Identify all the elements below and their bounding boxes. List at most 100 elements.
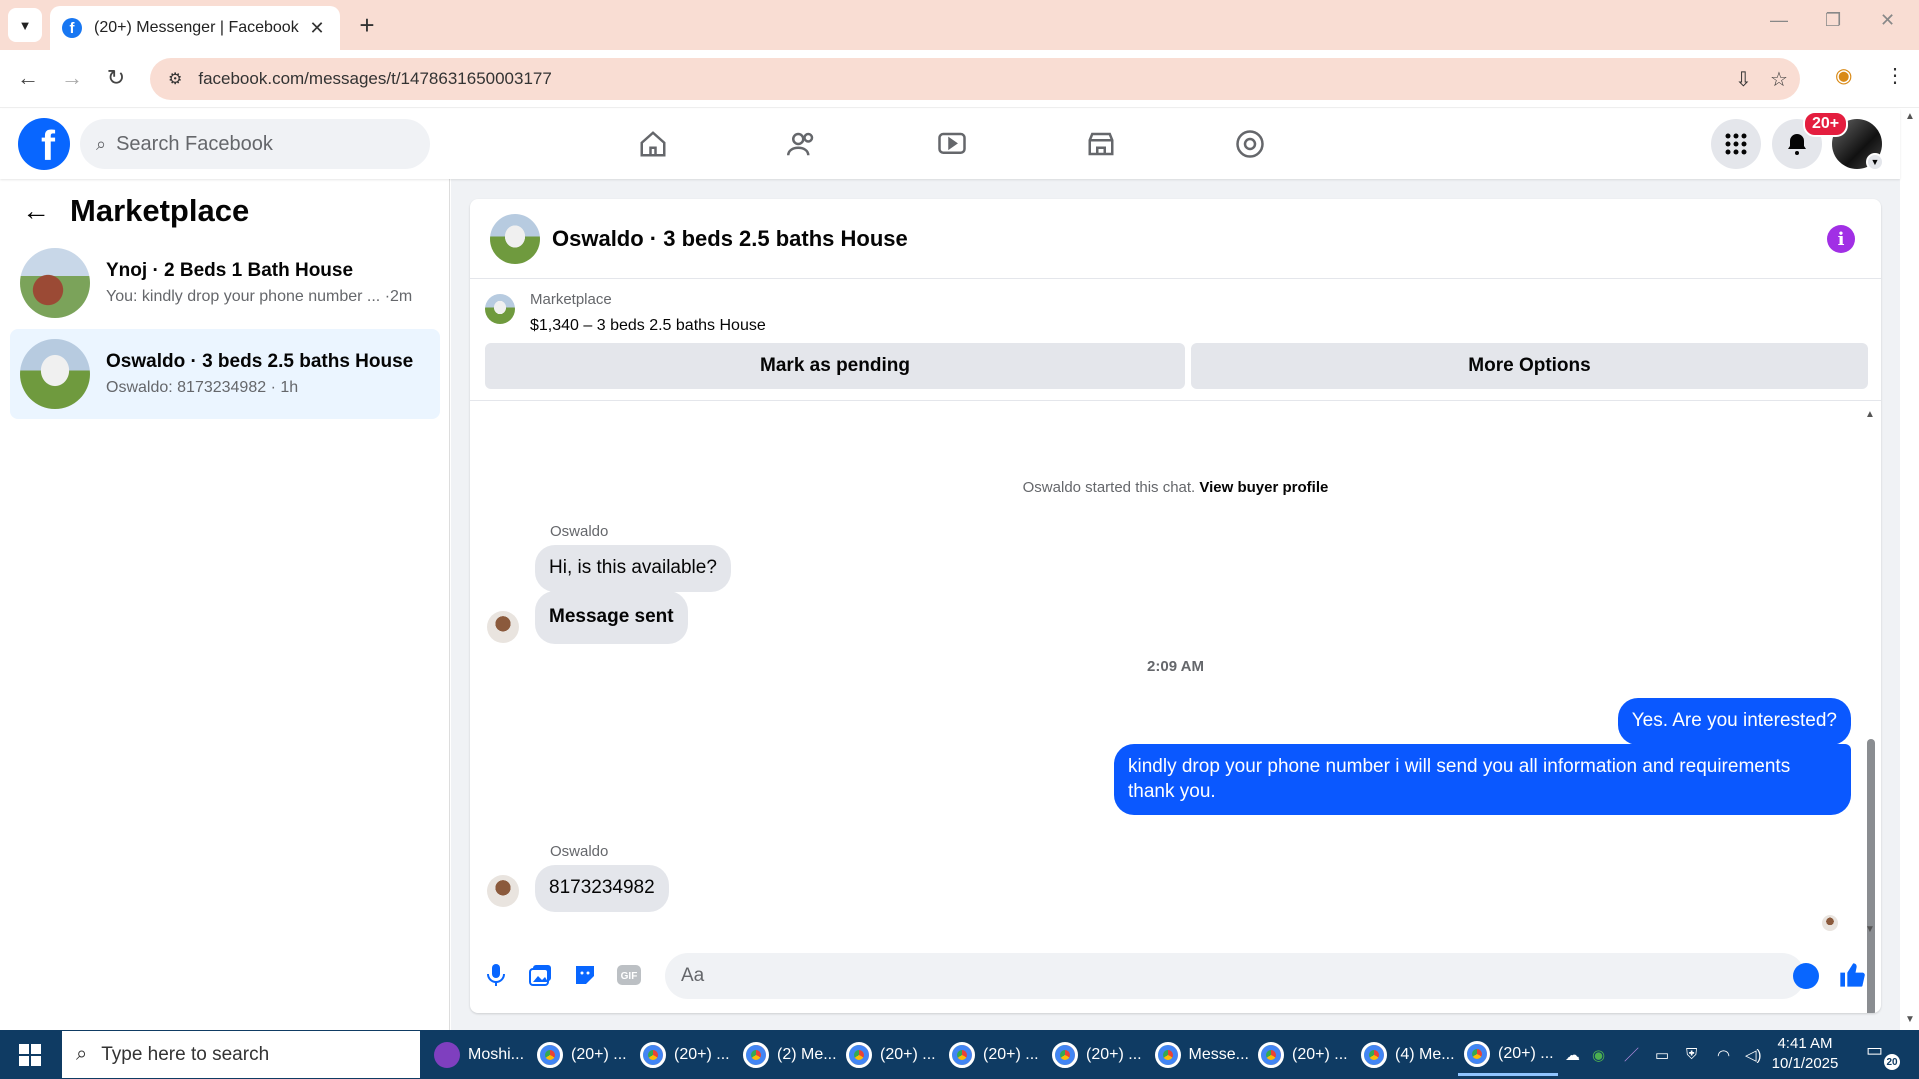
scroll-up-icon[interactable]: ▲ — [1865, 409, 1875, 420]
chat-avatar[interactable] — [490, 213, 540, 264]
pen-icon[interactable]: ／ — [1624, 1030, 1639, 1079]
volume-icon[interactable]: ◁) — [1745, 1030, 1762, 1079]
chat-title[interactable]: Oswaldo · 3 beds 2.5 baths House — [552, 226, 908, 252]
action-center-icon[interactable]: ▭ 20 — [1866, 1040, 1900, 1070]
page-scroll-down-icon[interactable]: ▼ — [1905, 1014, 1915, 1025]
sender-avatar[interactable] — [487, 611, 519, 643]
sticker-icon[interactable] — [571, 961, 599, 989]
friends-icon[interactable] — [781, 123, 823, 165]
facebook-header: f ⌕ Search Facebook 20+ ▼ — [0, 109, 1900, 179]
taskbar-app[interactable]: (20+) ... — [943, 1034, 1043, 1076]
security-shield-icon[interactable]: ⛨ — [1686, 1030, 1697, 1079]
wifi-icon[interactable]: ◠ — [1717, 1030, 1730, 1079]
chrome-icon — [1155, 1042, 1181, 1068]
taskbar-app-label: Messe... — [1188, 1046, 1249, 1063]
incoming-message: Message sent — [535, 591, 688, 644]
taskbar-app[interactable]: (20+) ... — [531, 1034, 631, 1076]
listing-price[interactable]: $1,340 – 3 beds 2.5 baths House — [530, 317, 766, 335]
taskbar-app[interactable]: Moshi... — [428, 1034, 528, 1076]
thumbs-up-icon[interactable] — [1838, 961, 1866, 989]
message-timestamp: 2:09 AM — [1147, 658, 1204, 675]
taskbar-app-label: (20+) ... — [1086, 1046, 1142, 1063]
listing-label: Marketplace — [530, 291, 612, 308]
browser-menu-icon[interactable]: ⋮ — [1885, 63, 1905, 88]
bookmark-star-icon[interactable]: ☆ — [1770, 67, 1788, 92]
info-icon[interactable]: i — [1827, 225, 1855, 253]
tab-search-dropdown-icon[interactable]: ▼ — [8, 8, 42, 42]
clock-time: 4:41 AM — [1777, 1035, 1833, 1052]
reload-icon[interactable]: ↻ — [100, 62, 132, 94]
video-icon[interactable] — [931, 123, 973, 165]
back-icon[interactable]: ← — [12, 62, 44, 94]
taskbar-app[interactable]: (20+) ... — [840, 1034, 940, 1076]
minimize-icon[interactable]: — — [1770, 10, 1788, 31]
conversation-item[interactable]: Ynoj · 2 Beds 1 Bath House You: kindly d… — [10, 238, 440, 328]
conversation-item-active[interactable]: Oswaldo · 3 beds 2.5 baths House Oswaldo… — [10, 329, 440, 419]
system-text: Oswaldo started this chat. — [1022, 479, 1196, 496]
outgoing-message: kindly drop your phone number i will sen… — [1114, 744, 1851, 816]
view-buyer-profile-link[interactable]: View buyer profile — [1199, 479, 1328, 496]
taskbar-app-label: (20+) ... — [1292, 1046, 1348, 1063]
listing-thumbnail — [20, 339, 90, 409]
chrome-icon — [640, 1042, 666, 1068]
chevron-down-icon: ▼ — [1866, 153, 1884, 171]
gaming-icon[interactable] — [1229, 123, 1271, 165]
microphone-icon[interactable] — [482, 961, 510, 989]
conversation-preview: Oswaldo: 8173234982 · 1h — [106, 379, 299, 396]
taskbar-app-active[interactable]: (20+) ... — [1458, 1034, 1558, 1076]
home-icon[interactable] — [632, 123, 674, 165]
close-tab-icon[interactable]: ✕ — [306, 18, 328, 39]
taskbar-search-placeholder: Type here to search — [101, 1043, 270, 1065]
message-input-placeholder: Aa — [681, 965, 705, 986]
url-bar[interactable]: ⚙ facebook.com/messages/t/14786316500031… — [150, 58, 1800, 100]
cloud-icon[interactable]: ☁ — [1565, 1030, 1580, 1079]
menu-grid-icon[interactable] — [1711, 119, 1761, 169]
taskbar-app-label: (20+) ... — [571, 1046, 627, 1063]
browser-tab-messenger[interactable]: f (20+) Messenger | Facebook ✕ — [50, 6, 340, 50]
facebook-search-input[interactable]: ⌕ Search Facebook — [80, 119, 430, 169]
taskbar-app[interactable]: (20+) ... — [634, 1034, 734, 1076]
close-window-icon[interactable]: ✕ — [1880, 10, 1895, 31]
taskbar-app[interactable]: Messe... — [1149, 1034, 1249, 1076]
chrome-icon — [1361, 1042, 1387, 1068]
facebook-logo[interactable]: f — [18, 118, 70, 170]
site-settings-icon[interactable]: ⚙ — [168, 69, 182, 89]
emoji-icon[interactable] — [1793, 963, 1819, 989]
chat-start-notice: Oswaldo started this chat. View buyer pr… — [470, 479, 1881, 496]
profile-icon[interactable]: ◉ — [1835, 63, 1852, 88]
battery-icon[interactable]: ▭ — [1655, 1030, 1669, 1079]
message-composer: GIF Aa — [470, 939, 1881, 1013]
mark-as-pending-button[interactable]: Mark as pending — [485, 343, 1185, 389]
install-app-icon[interactable]: ⇩ — [1735, 67, 1752, 92]
taskbar-clock[interactable]: 4:41 AM 10/1/2025 — [1770, 1034, 1840, 1074]
photo-icon[interactable] — [527, 961, 555, 989]
taskbar-app[interactable]: (20+) ... — [1046, 1034, 1146, 1076]
browser-tab-bar: ▼ f (20+) Messenger | Facebook ✕ + — ❐ ✕ — [0, 0, 1919, 50]
tab-title: (20+) Messenger | Facebook — [94, 19, 299, 36]
chat-scrollbar[interactable]: ▲ ▼ — [1865, 409, 1877, 1013]
message-input[interactable]: Aa — [665, 953, 1805, 999]
taskbar-app[interactable]: (20+) ... — [1252, 1034, 1352, 1076]
page-scroll-up-icon[interactable]: ▲ — [1905, 111, 1915, 122]
new-tab-button[interactable]: + — [352, 10, 382, 40]
conversation-name: Ynoj · 2 Beds 1 Bath House — [106, 260, 354, 281]
notification-count: 20 — [1884, 1054, 1900, 1070]
page-scrollbar[interactable]: ▲ ▼ — [1900, 109, 1919, 1030]
svg-text:GIF: GIF — [621, 971, 638, 982]
taskbar-app[interactable]: (4) Me... — [1355, 1034, 1455, 1076]
scroll-down-icon[interactable]: ▼ — [1865, 924, 1875, 935]
marketplace-icon[interactable] — [1080, 123, 1122, 165]
conversation-name: Oswaldo · 3 beds 2.5 baths House — [106, 351, 414, 372]
more-options-button[interactable]: More Options — [1191, 343, 1868, 389]
edge-icon[interactable]: ◉ — [1592, 1030, 1605, 1079]
page-title: Marketplace — [70, 193, 250, 228]
taskbar-app[interactable]: (2) Me... — [737, 1034, 837, 1076]
sender-avatar[interactable] — [487, 875, 519, 907]
taskbar-search-input[interactable]: ⌕ Type here to search — [62, 1031, 420, 1078]
windows-start-icon[interactable] — [0, 1030, 60, 1079]
chrome-icon — [1052, 1042, 1078, 1068]
gif-icon[interactable]: GIF — [615, 961, 643, 989]
restore-icon[interactable]: ❐ — [1825, 10, 1841, 31]
back-arrow-icon[interactable]: ← — [22, 195, 50, 227]
forward-icon[interactable]: → — [56, 62, 88, 94]
